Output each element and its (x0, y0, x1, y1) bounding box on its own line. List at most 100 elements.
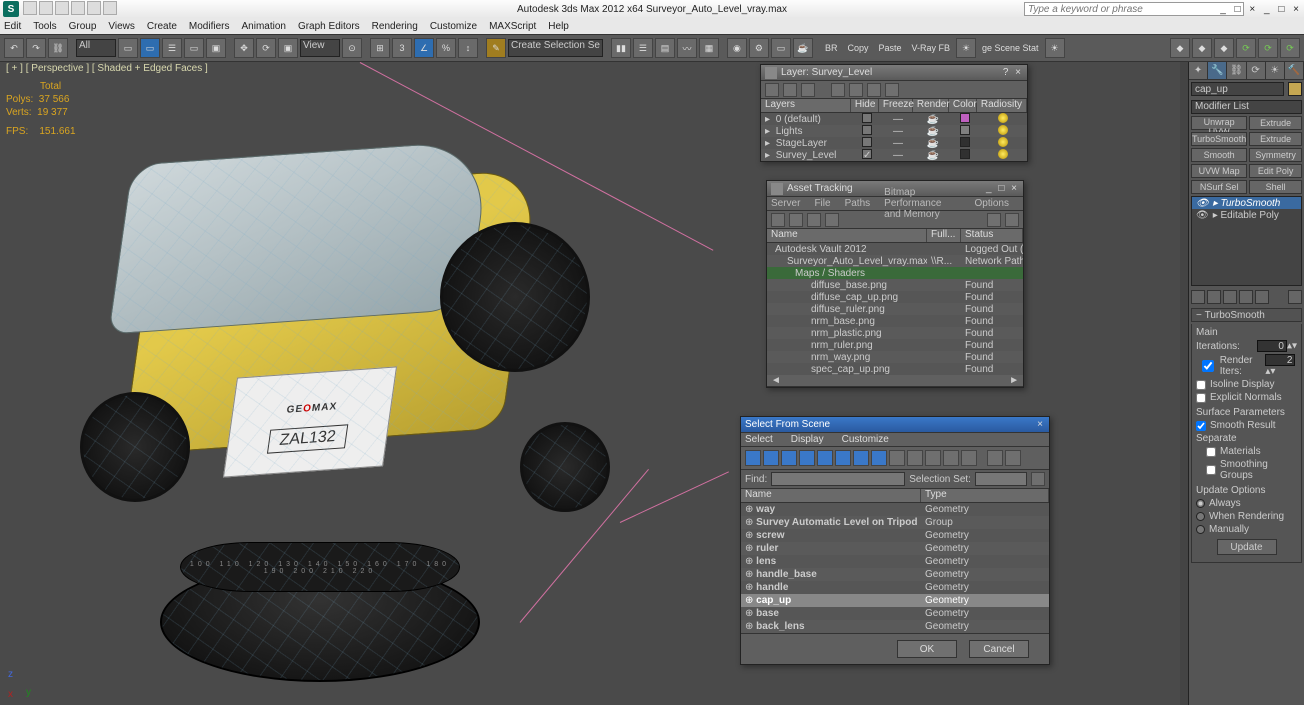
selection-filter[interactable]: All (76, 39, 116, 57)
menu-create[interactable]: Create (147, 21, 177, 32)
delete-layer-icon[interactable] (783, 83, 797, 97)
stats-icon[interactable]: ☀ (1045, 38, 1065, 58)
iterations-input[interactable] (1257, 340, 1287, 352)
layer-row[interactable]: ▸ 0 (default)—☕ (761, 113, 1027, 125)
modifier-buttons[interactable]: Unwrap UVWExtrudeTurboSmoothExtrudeSmoot… (1191, 116, 1302, 194)
asset-row[interactable]: nrm_plastic.pngFound (767, 327, 1023, 339)
asset-row[interactable]: nrm_base.pngFound (767, 315, 1023, 327)
select-columns[interactable]: Name Type (741, 489, 1049, 503)
smooth-result-check[interactable] (1196, 421, 1206, 431)
explicit-normals-check[interactable] (1196, 393, 1206, 403)
percent-snap-button[interactable]: % (436, 38, 456, 58)
smoothing-groups-check[interactable] (1206, 465, 1216, 475)
named-sel-edit-button[interactable]: ✎ (486, 38, 506, 58)
mod-extrude[interactable]: Extrude (1249, 132, 1302, 146)
manipulate-button[interactable]: ⊞ (370, 38, 390, 58)
axis-con-z[interactable]: ◆ (1214, 38, 1234, 58)
selset-btn[interactable] (1031, 472, 1045, 486)
tab-utilities[interactable]: 🔨 (1285, 62, 1304, 79)
tab-motion[interactable]: ⟳ (1247, 62, 1266, 79)
stack-item[interactable]: 👁▸ TurboSmooth (1192, 197, 1301, 209)
update-render-radio[interactable] (1196, 512, 1205, 521)
mod-shell[interactable]: Shell (1249, 180, 1302, 194)
asset-row[interactable]: Maps / Shaders (767, 267, 1023, 279)
freeze-layer-icon[interactable] (885, 83, 899, 97)
align-button[interactable]: ☰ (633, 38, 653, 58)
hide-layer-icon[interactable] (867, 83, 881, 97)
object-name-field[interactable]: cap_up (1191, 82, 1284, 96)
render-frame-button[interactable]: ▭ (771, 38, 791, 58)
select-from-scene-panel[interactable]: Select From Scene× SelectDisplayCustomiz… (740, 416, 1050, 665)
scene-row[interactable]: ⊕ handle_baseGeometry (741, 568, 1049, 581)
asset-panel-controls[interactable]: _ □ × (986, 183, 1019, 194)
command-panel[interactable]: ✦ 🔧 ⛓ ⟳ ☀ 🔨 cap_up Modifier List Unwrap … (1188, 62, 1304, 705)
mod-uvw-map[interactable]: UVW Map (1191, 164, 1247, 178)
copy-button[interactable]: Copy (843, 43, 872, 53)
undo-button[interactable]: ↶ (4, 38, 24, 58)
layer-row[interactable]: ▸ Lights—☕ (761, 125, 1027, 137)
window-crossing-button[interactable]: ▣ (206, 38, 226, 58)
update-button[interactable]: Update (1217, 539, 1277, 555)
tab-modify[interactable]: 🔧 (1208, 62, 1227, 79)
pivot-button[interactable]: ⊙ (342, 38, 362, 58)
vray-icon[interactable]: ☀ (956, 38, 976, 58)
render-setup-button[interactable]: ⚙ (749, 38, 769, 58)
asset-row[interactable]: nrm_way.pngFound (767, 351, 1023, 363)
asset-panel[interactable]: Asset Tracking_ □ × ServerFilePathsBitma… (766, 180, 1024, 388)
render-iters-check[interactable] (1196, 360, 1220, 372)
mod-symmetry[interactable]: Symmetry (1249, 148, 1302, 162)
menu-maxscript[interactable]: MAXScript (489, 21, 536, 32)
named-selection-set[interactable]: Create Selection Se (508, 39, 603, 57)
paste-button[interactable]: Paste (874, 43, 905, 53)
spinner-snap-button[interactable]: ↕ (458, 38, 478, 58)
mirror-button[interactable]: ▮▮ (611, 38, 631, 58)
tab-create[interactable]: ✦ (1189, 62, 1208, 79)
asset-row[interactable]: diffuse_ruler.pngFound (767, 303, 1023, 315)
scene-row[interactable]: ⊕ wayGeometry (741, 503, 1049, 516)
asset-row[interactable]: spec_cap_up.pngFound (767, 363, 1023, 375)
select-name-button[interactable]: ☰ (162, 38, 182, 58)
schematic-button[interactable]: ▦ (699, 38, 719, 58)
select-panel-close[interactable]: × (1037, 419, 1045, 430)
render-iters-input[interactable] (1265, 354, 1295, 366)
menu-group[interactable]: Group (69, 21, 97, 32)
asset-menu[interactable]: ServerFilePathsBitmap Performance and Me… (767, 197, 1023, 211)
scene-row[interactable]: ⊕ baseGeometry (741, 607, 1049, 620)
select-filter-icons[interactable] (741, 447, 1049, 470)
quick-access[interactable] (22, 1, 118, 18)
material-editor-button[interactable]: ◉ (727, 38, 747, 58)
stack-item[interactable]: 👁▸ Editable Poly (1192, 209, 1301, 221)
asset-row[interactable]: Autodesk Vault 2012Logged Out (... (767, 243, 1023, 255)
asset-row[interactable]: nrm_ruler.pngFound (767, 339, 1023, 351)
mod-nsurf-sel[interactable]: NSurf Sel (1191, 180, 1247, 194)
axis-con-zx[interactable]: ⟳ (1280, 38, 1300, 58)
find-input[interactable] (771, 472, 905, 486)
main-toolbar[interactable]: ↶ ↷ ⛓ All ▭ ▭ ☰ ▭ ▣ ✥ ⟳ ▣ View ⊙ ⊞ 3 ∠ %… (0, 34, 1304, 62)
scene-row[interactable]: ⊕ back_lensGeometry (741, 620, 1049, 633)
scene-row[interactable]: ⊕ cap_upGeometry (741, 594, 1049, 607)
menu-views[interactable]: Views (108, 21, 135, 32)
add-to-layer-icon[interactable] (801, 83, 815, 97)
menu-edit[interactable]: Edit (4, 21, 21, 32)
select-button[interactable]: ▭ (118, 38, 138, 58)
axis-con-x[interactable]: ◆ (1170, 38, 1190, 58)
modifier-list-dropdown[interactable]: Modifier List (1191, 100, 1302, 114)
mod-unwrap-uvw[interactable]: Unwrap UVW (1191, 116, 1247, 130)
layer-panel[interactable]: Layer: Survey_Level? × Layers Hide Freez… (760, 64, 1028, 162)
select-menu[interactable]: SelectDisplayCustomize (741, 433, 1049, 447)
menu-modifiers[interactable]: Modifiers (189, 21, 230, 32)
mod-extrude[interactable]: Extrude (1249, 116, 1302, 130)
tab-hierarchy[interactable]: ⛓ (1227, 62, 1246, 79)
scale-button[interactable]: ▣ (278, 38, 298, 58)
curve-editor-button[interactable]: 〰 (677, 38, 697, 58)
modifier-stack[interactable]: 👁▸ TurboSmooth👁▸ Editable Poly (1191, 196, 1302, 286)
select-layer-icon[interactable] (831, 83, 845, 97)
mod-smooth[interactable]: Smooth (1191, 148, 1247, 162)
layer-row[interactable]: ▸ Survey_Level✓—☕ (761, 149, 1027, 161)
layer-panel-controls[interactable]: ? × (1003, 67, 1023, 78)
command-tabs[interactable]: ✦ 🔧 ⛓ ⟳ ☀ 🔨 (1189, 62, 1304, 80)
object-color-swatch[interactable] (1288, 82, 1302, 96)
window-controls[interactable]: _ □ × _ □ × (1220, 4, 1302, 15)
menu-customize[interactable]: Customize (430, 21, 477, 32)
menu-rendering[interactable]: Rendering (372, 21, 418, 32)
